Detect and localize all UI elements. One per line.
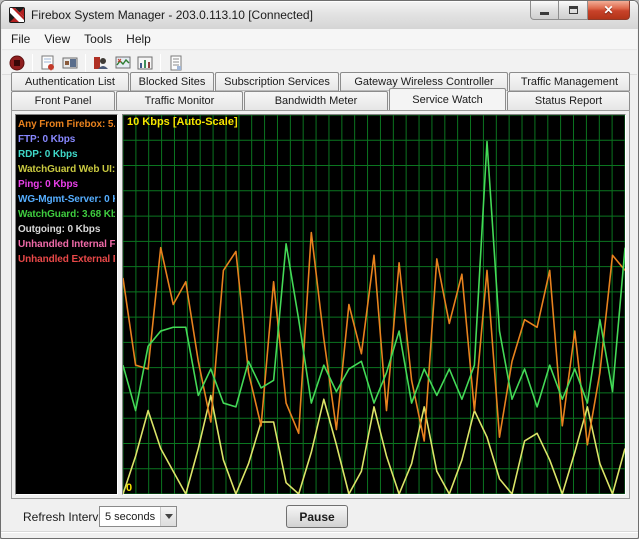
tab-front-panel[interactable]: Front Panel (11, 91, 115, 110)
tab-status-report[interactable]: Status Report (507, 91, 630, 110)
service-watch-chart: 10 Kbps [Auto-Scale] 0 (122, 114, 626, 495)
bottom-controls: Refresh Interval: 5 seconds Pause (11, 504, 628, 530)
toolbar-separator (160, 54, 161, 72)
legend-item: RDP: 0 Kbps (18, 147, 115, 162)
menu-view[interactable]: View (37, 30, 77, 48)
record-icon[interactable] (7, 54, 27, 72)
legend-item: Unhandled Internal F (18, 237, 115, 252)
legend-item: WatchGuard: 3.68 Kb (18, 207, 115, 222)
tab-blocked-sites[interactable]: Blocked Sites (130, 72, 214, 91)
toolbar-separator (85, 54, 86, 72)
chevron-down-icon[interactable] (160, 507, 176, 526)
firebox-app-icon (9, 7, 25, 23)
minimize-button[interactable] (530, 1, 559, 20)
chart-plot-area (123, 115, 625, 494)
tab-traffic-monitor[interactable]: Traffic Monitor (116, 91, 243, 110)
window-controls: ✕ (530, 1, 630, 20)
maximize-button[interactable] (559, 1, 588, 20)
refresh-interval-label: Refresh Interval: (23, 510, 111, 524)
menu-help[interactable]: Help (119, 30, 158, 48)
refresh-interval-value: 5 seconds (100, 511, 160, 523)
minimize-icon (540, 12, 549, 15)
legend-item: Any From Firebox: 5.9 (18, 117, 115, 132)
window-bottom-ridge (1, 531, 638, 532)
toolbar-separator (32, 54, 33, 72)
legend-item: Unhandled External F (18, 252, 115, 267)
chart-scale-label: 10 Kbps [Auto-Scale] (127, 116, 238, 128)
legend-item: WatchGuard Web UI: (18, 162, 115, 177)
service-watch-page: Any From Firebox: 5.9 FTP: 0 Kbps RDP: 0… (11, 110, 630, 499)
title-bar[interactable]: Firebox System Manager - 203.0.113.10 [C… (1, 1, 638, 29)
window-title: Firebox System Manager - 203.0.113.10 [C… (31, 8, 313, 22)
tab-row-back: Authentication List Blocked Sites Subscr… (11, 72, 631, 91)
front-panel-view-icon[interactable] (60, 54, 80, 72)
legend-item: Ping: 0 Kbps (18, 177, 115, 192)
firebox-system-manager-window: Firebox System Manager - 203.0.113.10 [C… (0, 0, 639, 539)
refresh-interval-select[interactable]: 5 seconds (99, 506, 177, 527)
legend-item: Outgoing: 0 Kbps (18, 222, 115, 237)
chart-zero-label: 0 (126, 482, 132, 494)
tab-subscription-services[interactable]: Subscription Services (215, 72, 339, 91)
bandwidth-bars-icon[interactable] (135, 54, 155, 72)
tab-row-front: Front Panel Traffic Monitor Bandwidth Me… (11, 91, 631, 110)
legend-item: FTP: 0 Kbps (18, 132, 115, 147)
close-icon: ✕ (603, 2, 613, 19)
tab-bandwidth-meter[interactable]: Bandwidth Meter (244, 91, 388, 110)
policy-edit-icon[interactable] (38, 54, 58, 72)
maximize-icon (569, 6, 578, 14)
tab-traffic-management[interactable]: Traffic Management (509, 72, 630, 91)
user-session-icon[interactable] (91, 54, 111, 72)
tab-service-watch[interactable]: Service Watch (389, 88, 506, 110)
tab-authentication-list[interactable]: Authentication List (11, 72, 129, 91)
menu-tools[interactable]: Tools (77, 30, 119, 48)
report-icon[interactable] (166, 54, 186, 72)
close-button[interactable]: ✕ (588, 1, 630, 20)
pause-button[interactable]: Pause (286, 505, 348, 528)
traffic-graph-icon[interactable] (113, 54, 133, 72)
menu-bar: File View Tools Help (2, 29, 637, 50)
menu-file[interactable]: File (4, 30, 37, 48)
service-legend-panel: Any From Firebox: 5.9 FTP: 0 Kbps RDP: 0… (15, 114, 118, 495)
legend-item: WG-Mgmt-Server: 0 K (18, 192, 115, 207)
